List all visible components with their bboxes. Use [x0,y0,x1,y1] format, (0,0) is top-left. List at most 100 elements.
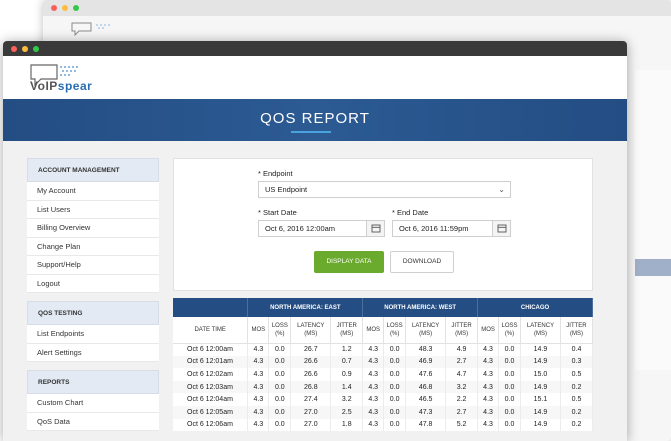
table-cell-value: 2.2 [445,393,479,406]
main-content: ACCOUNT MANAGEMENT My Account List Users… [3,141,627,441]
table-cell-value: 26.8 [290,380,332,394]
table-cell-datetime: Oct 6 12:05am [173,405,249,419]
column-header-mos[interactable]: MOS [362,317,385,344]
column-header-loss[interactable]: LOSS (%) [498,317,521,344]
sidebar: ACCOUNT MANAGEMENT My Account List Users… [27,158,159,431]
table-cell-value: 4.3 [477,418,500,432]
sidebar-item-my-account[interactable]: My Account [27,182,159,201]
table-cell-value: 1.2 [330,343,364,356]
sidebar-item-custom-chart[interactable]: Custom Chart [27,394,159,413]
column-header-jitter[interactable]: JITTER (MS) [560,317,594,344]
table-cell-value: 0.0 [383,380,407,394]
end-date-value: Oct 6, 2016 11:59pm [399,224,469,233]
calendar-icon[interactable] [492,221,510,236]
close-dot-icon[interactable] [11,46,17,52]
table-cell-value: 46.5 [405,393,447,406]
table-row: Oct 6 12:05am 4.3 0.0 27.0 2.5 4.3 0.0 47.3 2.7 4… [173,405,594,419]
column-header-date-time[interactable]: DATE TIME [173,317,249,344]
end-date-input[interactable]: Oct 6, 2016 11:59pm [392,220,511,237]
background-banner-strip [635,259,671,276]
column-header-mos[interactable]: MOS [247,317,270,344]
download-button[interactable]: DOWNLOAD [390,251,454,273]
sidebar-item-alert-settings[interactable]: Alert Settings [27,343,159,362]
table-cell-value: 4.3 [477,355,500,369]
table-cell-value: 0.5 [560,368,594,381]
maximize-dot-icon[interactable] [33,46,39,52]
calendar-icon[interactable] [366,221,384,236]
brand-wordmark-voip: VoIP [30,79,58,93]
table-cell-value: 27.0 [290,418,332,432]
sidebar-item-logout[interactable]: Logout [27,274,159,293]
sidebar-item-billing-overview[interactable]: Billing Overview [27,219,159,238]
table-cell-value: 0.0 [498,418,521,432]
table-cell-value: 14.9 [520,343,561,356]
table-cell-value: 0.0 [498,405,521,419]
table-cell-value: 15.1 [520,393,561,406]
table-cell-value: 4.3 [477,393,500,406]
table-row: Oct 6 12:00am 4.3 0.0 26.7 1.2 4.3 0.0 48.3 4.9 4… [173,343,594,356]
table-cell-value: 2.7 [445,405,479,419]
display-data-button[interactable]: DISPLAY DATA [314,251,384,273]
table-cell-value: 0.0 [498,393,521,406]
column-header-latency[interactable]: LATENCY (MS) [405,317,447,344]
table-column-header-row: DATE TIME MOS LOSS (%) LATENCY (MS) JITT… [173,317,594,344]
table-cell-value: 48.3 [405,343,447,356]
table-row: Oct 6 12:03am 4.3 0.0 26.8 1.4 4.3 0.0 46.8 3.2 4… [173,380,594,394]
column-header-mos[interactable]: MOS [477,317,500,344]
group-header-chicago: CHICAGO [477,298,593,317]
table-cell-value: 4.3 [247,405,270,419]
brand-wordmark[interactable]: VoIPspear [30,79,92,93]
column-header-jitter[interactable]: JITTER (MS) [445,317,479,344]
column-header-loss[interactable]: LOSS (%) [383,317,407,344]
table-cell-value: 0.0 [268,418,292,432]
column-header-latency[interactable]: LATENCY (MS) [520,317,561,344]
table-cell-value: 47.6 [405,368,447,381]
window-titlebar [3,41,627,56]
start-date-input[interactable]: Oct 6, 2016 12:00am [258,220,385,237]
table-cell-value: 0.0 [268,393,292,406]
background-window-titlebar [43,0,671,16]
column-header-latency[interactable]: LATENCY (MS) [290,317,332,344]
minimize-dot-icon[interactable] [62,5,68,11]
table-cell-value: 0.0 [268,380,292,394]
table-cell-value: 46.9 [405,355,447,369]
table-cell-value: 0.0 [498,380,521,394]
table-cell-value: 0.0 [383,405,407,419]
table-cell-value: 0.0 [268,343,292,356]
table-row: Oct 6 12:01am 4.3 0.0 26.6 0.7 4.3 0.0 46.9 2.7 4… [173,355,594,369]
site-header [3,56,627,99]
maximize-dot-icon[interactable] [73,5,79,11]
sidebar-section-qos-testing: QOS TESTING [27,301,159,325]
table-cell-value: 4.3 [362,418,385,432]
sidebar-item-support-help[interactable]: Support/Help [27,256,159,275]
table-cell-value: 27.0 [290,405,332,419]
minimize-dot-icon[interactable] [22,46,28,52]
table-cell-value: 0.3 [560,355,594,369]
sidebar-item-list-users[interactable]: List Users [27,200,159,219]
table-cell-value: 1.4 [330,380,364,394]
table-cell-value: 2.5 [330,405,364,419]
sidebar-item-change-plan[interactable]: Change Plan [27,237,159,256]
close-dot-icon[interactable] [51,5,57,11]
table-cell-value: 46.8 [405,380,447,394]
column-header-loss[interactable]: LOSS (%) [268,317,292,344]
table-cell-value: 26.7 [290,343,332,356]
table-cell-value: 4.3 [362,368,385,381]
endpoint-select[interactable]: US Endpoint ⌄ [258,181,511,198]
table-cell-value: 0.2 [560,380,594,394]
sidebar-item-qos-data[interactable]: QoS Data [27,412,159,431]
table-cell-value: 4.3 [477,405,500,419]
sidebar-item-list-endpoints[interactable]: List Endpoints [27,325,159,344]
table-cell-value: 0.4 [560,343,594,356]
table-cell-value: 47.8 [405,418,447,432]
column-header-jitter[interactable]: JITTER (MS) [330,317,364,344]
table-cell-value: 0.0 [268,355,292,369]
table-cell-value: 27.4 [290,393,332,406]
table-cell-value: 0.9 [330,368,364,381]
table-cell-value: 14.9 [520,355,561,369]
sidebar-section-account-management: ACCOUNT MANAGEMENT [27,158,159,182]
table-cell-value: 4.3 [362,355,385,369]
table-cell-value: 14.9 [520,418,561,432]
table-cell-datetime: Oct 6 12:03am [173,380,249,394]
table-cell-value: 3.2 [445,380,479,394]
